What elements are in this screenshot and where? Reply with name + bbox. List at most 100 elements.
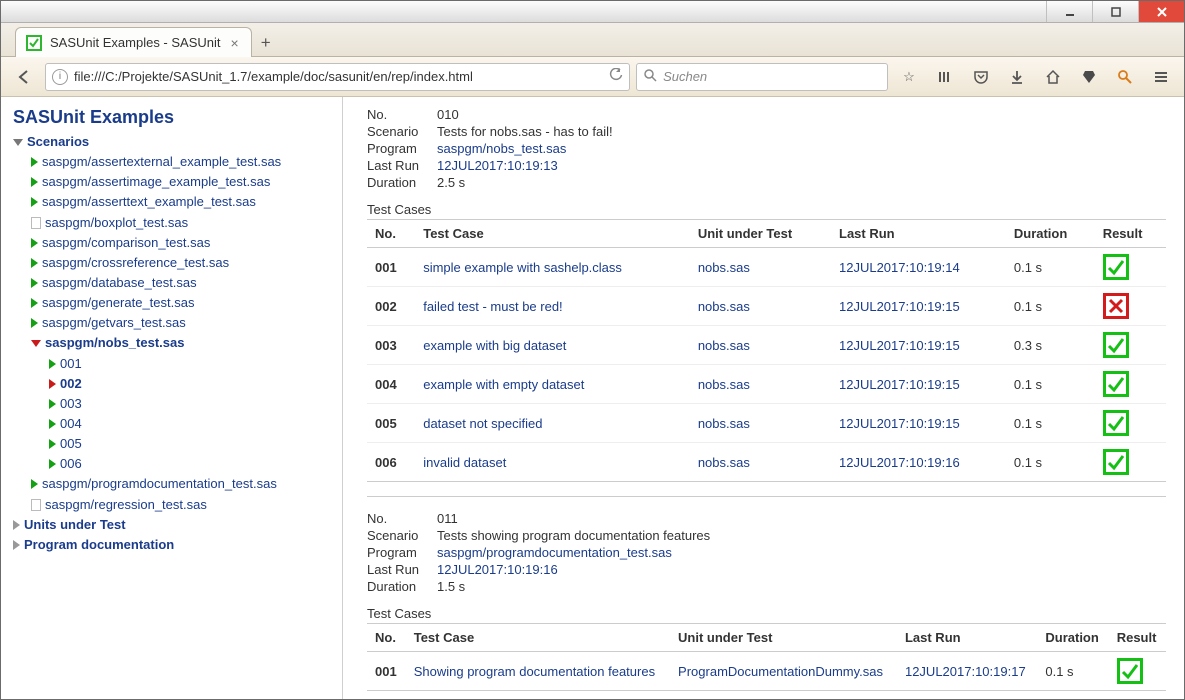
tree-item[interactable]: 006 bbox=[49, 454, 336, 474]
tree-item[interactable]: 004 bbox=[49, 414, 336, 434]
result-pass-icon bbox=[1103, 410, 1129, 436]
bookmark-button[interactable]: ☆ bbox=[894, 62, 924, 92]
meta-value[interactable]: saspgm/programdocumentation_test.sas bbox=[437, 545, 1166, 560]
tab-title: SASUnit Examples - SASUnit bbox=[50, 35, 221, 50]
tree-item-label: saspgm/comparison_test.sas bbox=[42, 233, 210, 253]
tree-item[interactable]: saspgm/nobs_test.sas bbox=[31, 333, 336, 353]
result-pass-icon bbox=[1103, 332, 1129, 358]
meta-value: 011 bbox=[437, 511, 1166, 526]
tree-item-label: saspgm/assertexternal_example_test.sas bbox=[42, 152, 281, 172]
tree-item[interactable]: saspgm/database_test.sas bbox=[31, 273, 336, 293]
unit-link[interactable]: ProgramDocumentationDummy.sas bbox=[678, 664, 883, 679]
col-header: No. bbox=[367, 220, 415, 248]
doc-icon bbox=[31, 499, 41, 511]
tree-item-label: saspgm/boxplot_test.sas bbox=[45, 213, 188, 233]
tree-item-label: saspgm/database_test.sas bbox=[42, 273, 197, 293]
search-icon bbox=[643, 68, 657, 85]
lastrun-link[interactable]: 12JUL2017:10:19:15 bbox=[839, 377, 960, 392]
tree-item[interactable]: saspgm/assertimage_example_test.sas bbox=[31, 172, 336, 192]
lastrun-link[interactable]: 12JUL2017:10:19:15 bbox=[839, 338, 960, 353]
tree-item[interactable]: 001 bbox=[49, 354, 336, 374]
pocket-button[interactable] bbox=[966, 62, 996, 92]
home-button[interactable] bbox=[1038, 62, 1068, 92]
unit-link[interactable]: nobs.sas bbox=[698, 377, 750, 392]
tree-item[interactable]: 005 bbox=[49, 434, 336, 454]
tree-item[interactable]: saspgm/getvars_test.sas bbox=[31, 313, 336, 333]
meta-key: Scenario bbox=[367, 124, 437, 139]
tree-progdoc-label: Program documentation bbox=[24, 535, 174, 555]
tree-item[interactable]: saspgm/regression_test.sas bbox=[31, 495, 336, 515]
tab-close-button[interactable]: × bbox=[229, 35, 241, 51]
testcases-table: No.Test CaseUnit under TestLast RunDurat… bbox=[367, 623, 1166, 691]
new-tab-button[interactable]: + bbox=[252, 30, 280, 56]
nav-tree: Scenarios saspgm/assertexternal_example_… bbox=[13, 132, 336, 555]
pass-icon bbox=[49, 359, 56, 369]
tree-item[interactable]: saspgm/programdocumentation_test.sas bbox=[31, 474, 336, 494]
tree-item[interactable]: 003 bbox=[49, 394, 336, 414]
case-link[interactable]: dataset not specified bbox=[423, 416, 542, 431]
case-link[interactable]: failed test - must be red! bbox=[423, 299, 562, 314]
tree-item-label: saspgm/generate_test.sas bbox=[42, 293, 194, 313]
unit-link[interactable]: nobs.sas bbox=[698, 416, 750, 431]
tree-units-label: Units under Test bbox=[24, 515, 126, 535]
tree-scenarios-label: Scenarios bbox=[27, 132, 89, 152]
col-header: Unit under Test bbox=[690, 220, 831, 248]
pass-icon bbox=[49, 399, 56, 409]
tree-item[interactable]: saspgm/crossreference_test.sas bbox=[31, 253, 336, 273]
tree-item[interactable]: saspgm/generate_test.sas bbox=[31, 293, 336, 313]
table-row: 005 dataset not specified nobs.sas 12JUL… bbox=[367, 404, 1166, 443]
meta-value[interactable]: 12JUL2017:10:19:13 bbox=[437, 158, 1166, 173]
unit-link[interactable]: nobs.sas bbox=[698, 455, 750, 470]
back-button[interactable] bbox=[9, 62, 39, 92]
tree-units[interactable]: Units under Test bbox=[13, 515, 336, 535]
unit-link[interactable]: nobs.sas bbox=[698, 299, 750, 314]
pass-icon bbox=[31, 157, 38, 167]
fail-open-icon bbox=[31, 340, 41, 347]
search-bar[interactable]: Suchen bbox=[636, 63, 888, 91]
lastrun-link[interactable]: 12JUL2017:10:19:17 bbox=[905, 664, 1026, 679]
col-header: Duration bbox=[1037, 624, 1108, 652]
expand-closed-icon bbox=[13, 540, 20, 550]
library-button[interactable] bbox=[930, 62, 960, 92]
meta-key: No. bbox=[367, 107, 437, 122]
tree-item[interactable]: saspgm/asserttext_example_test.sas bbox=[31, 192, 336, 212]
lastrun-link[interactable]: 12JUL2017:10:19:16 bbox=[839, 455, 960, 470]
unit-link[interactable]: nobs.sas bbox=[698, 260, 750, 275]
case-duration: 0.1 s bbox=[1006, 404, 1095, 443]
case-link[interactable]: invalid dataset bbox=[423, 455, 506, 470]
case-result bbox=[1095, 443, 1166, 482]
address-bar[interactable]: i file:///C:/Projekte/SASUnit_1.7/exampl… bbox=[45, 63, 630, 91]
tree-progdoc[interactable]: Program documentation bbox=[13, 535, 336, 555]
reload-button[interactable] bbox=[609, 68, 623, 85]
tree-item-label: saspgm/nobs_test.sas bbox=[45, 333, 184, 353]
case-link[interactable]: example with big dataset bbox=[423, 338, 566, 353]
lastrun-link[interactable]: 12JUL2017:10:19:15 bbox=[839, 416, 960, 431]
browser-tab[interactable]: SASUnit Examples - SASUnit × bbox=[15, 27, 252, 57]
site-info-icon[interactable]: i bbox=[52, 69, 68, 85]
tree-item[interactable]: saspgm/assertexternal_example_test.sas bbox=[31, 152, 336, 172]
case-link[interactable]: example with empty dataset bbox=[423, 377, 584, 392]
window-minimize-button[interactable] bbox=[1046, 1, 1092, 22]
tree-scenarios[interactable]: Scenarios bbox=[13, 132, 336, 152]
case-result bbox=[1095, 287, 1166, 326]
col-header: Result bbox=[1095, 220, 1166, 248]
downloads-button[interactable] bbox=[1002, 62, 1032, 92]
menu-button[interactable] bbox=[1146, 62, 1176, 92]
case-link[interactable]: Showing program documentation features bbox=[414, 664, 655, 679]
case-link[interactable]: simple example with sashelp.class bbox=[423, 260, 622, 275]
unit-link[interactable]: nobs.sas bbox=[698, 338, 750, 353]
main-panel[interactable]: No.010ScenarioTests for nobs.sas - has t… bbox=[343, 97, 1184, 699]
lastrun-link[interactable]: 12JUL2017:10:19:15 bbox=[839, 299, 960, 314]
lastrun-link[interactable]: 12JUL2017:10:19:14 bbox=[839, 260, 960, 275]
table-row: 001 Showing program documentation featur… bbox=[367, 652, 1166, 691]
find-button[interactable] bbox=[1110, 62, 1140, 92]
tree-item[interactable]: 002 bbox=[49, 374, 336, 394]
window-close-button[interactable] bbox=[1138, 1, 1184, 22]
meta-value[interactable]: saspgm/nobs_test.sas bbox=[437, 141, 1166, 156]
tree-item[interactable]: saspgm/comparison_test.sas bbox=[31, 233, 336, 253]
meta-value: Tests for nobs.sas - has to fail! bbox=[437, 124, 1166, 139]
addon-button[interactable] bbox=[1074, 62, 1104, 92]
tree-item[interactable]: saspgm/boxplot_test.sas bbox=[31, 213, 336, 233]
window-maximize-button[interactable] bbox=[1092, 1, 1138, 22]
meta-value[interactable]: 12JUL2017:10:19:16 bbox=[437, 562, 1166, 577]
